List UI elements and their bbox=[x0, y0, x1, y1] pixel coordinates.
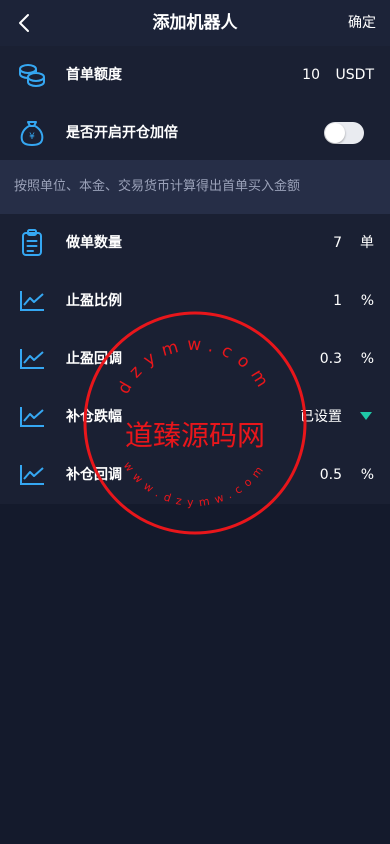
line-chart-icon bbox=[18, 403, 46, 431]
add-position-callback-value[interactable]: 0.5 bbox=[320, 446, 342, 504]
first-order-amount-value[interactable]: 10 bbox=[302, 46, 320, 104]
take-profit-callback-row[interactable]: 止盈回调 0.3 % bbox=[0, 330, 390, 388]
take-profit-ratio-label: 止盈比例 bbox=[66, 293, 122, 309]
line-chart-icon bbox=[18, 287, 46, 315]
money-bag-icon: ¥ bbox=[18, 119, 46, 147]
svg-text:¥: ¥ bbox=[29, 132, 35, 142]
caret-down-icon[interactable] bbox=[360, 412, 372, 420]
double-open-toggle[interactable] bbox=[324, 122, 364, 144]
double-open-row: ¥ 是否开启开仓加倍 bbox=[0, 104, 390, 162]
double-open-label: 是否开启开仓加倍 bbox=[66, 125, 178, 141]
back-button[interactable] bbox=[12, 11, 36, 35]
order-count-unit: 单 bbox=[360, 235, 374, 251]
take-profit-ratio-row[interactable]: 止盈比例 1 % bbox=[0, 272, 390, 330]
hint-text: 按照单位、本金、交易货币计算得出首单买入金额 bbox=[0, 160, 390, 214]
add-position-callback-row[interactable]: 补仓回调 0.5 % bbox=[0, 446, 390, 504]
order-count-value[interactable]: 7 bbox=[333, 214, 342, 272]
first-order-amount-label: 首单额度 bbox=[66, 67, 122, 83]
take-profit-callback-unit: % bbox=[360, 351, 374, 367]
add-position-drop-status: 已设置 bbox=[300, 409, 342, 425]
chevron-left-icon bbox=[19, 14, 29, 32]
order-count-row[interactable]: 做单数量 7 单 bbox=[0, 214, 390, 272]
add-position-callback-unit: % bbox=[360, 467, 374, 483]
add-position-callback-label: 补仓回调 bbox=[66, 467, 122, 483]
line-chart-icon bbox=[18, 461, 46, 489]
page-title: 添加机器人 bbox=[152, 13, 238, 33]
line-chart-icon bbox=[18, 345, 46, 373]
take-profit-ratio-unit: % bbox=[360, 293, 374, 309]
take-profit-callback-value[interactable]: 0.3 bbox=[320, 330, 342, 388]
coins-icon bbox=[18, 61, 46, 89]
first-order-amount-unit: USDT bbox=[335, 67, 374, 83]
take-profit-ratio-value[interactable]: 1 bbox=[333, 272, 342, 330]
add-position-drop-label: 补仓跌幅 bbox=[66, 409, 122, 425]
order-count-label: 做单数量 bbox=[66, 235, 122, 251]
header-bar: 添加机器人 确定 bbox=[0, 0, 390, 46]
first-order-amount-row[interactable]: 首单额度 10 USDT bbox=[0, 46, 390, 104]
take-profit-callback-label: 止盈回调 bbox=[66, 351, 122, 367]
add-position-drop-row[interactable]: 补仓跌幅 已设置 bbox=[0, 388, 390, 446]
toggle-knob bbox=[325, 123, 345, 143]
clipboard-icon bbox=[18, 229, 46, 257]
confirm-button[interactable]: 确定 bbox=[348, 0, 376, 46]
